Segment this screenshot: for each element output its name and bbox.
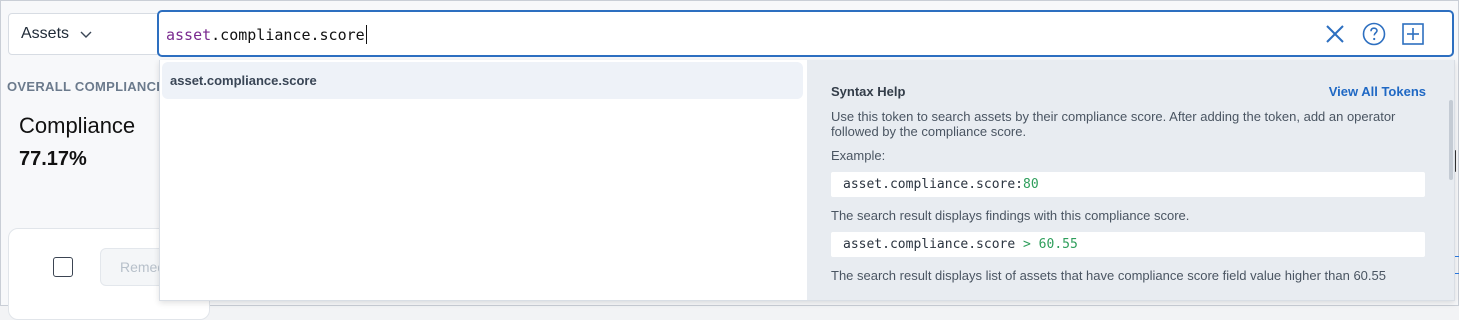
example-1-value: 80 xyxy=(1023,177,1039,192)
metric-value: 77.17% xyxy=(19,148,87,170)
text-caret xyxy=(365,25,367,44)
suggestion-item[interactable]: asset.compliance.score xyxy=(162,62,803,99)
clear-button[interactable] xyxy=(1323,22,1347,46)
suggestion-list: asset.compliance.score xyxy=(160,60,805,300)
clear-icon xyxy=(1326,25,1344,43)
view-all-tokens-link[interactable]: View All Tokens xyxy=(1329,84,1426,99)
example-2-description: The search result displays list of asset… xyxy=(831,268,1386,283)
syntax-help-panel: Syntax Help View All Tokens Use this tok… xyxy=(807,60,1454,300)
search-input[interactable]: asset.compliance.score xyxy=(157,10,1454,57)
example-code-1: asset.compliance.score: 80 xyxy=(831,172,1425,197)
add-token-button[interactable] xyxy=(1401,22,1425,46)
syntax-help-description: Use this token to search assets by their… xyxy=(831,109,1396,139)
metric-label: Compliance xyxy=(19,113,136,138)
syntax-help-title: Syntax Help xyxy=(831,84,906,99)
scrollbar-thumb[interactable] xyxy=(1449,100,1453,180)
example-label: Example: xyxy=(831,148,886,163)
autocomplete-dropdown: asset.compliance.score Syntax Help View … xyxy=(159,60,1455,301)
search-query: asset.compliance.score xyxy=(166,25,367,44)
example-1-description: The search result displays findings with… xyxy=(831,208,1190,223)
scope-selector-label: Assets xyxy=(21,25,70,42)
help-icon xyxy=(1362,22,1386,46)
example-2-token: asset.compliance.score xyxy=(843,237,1024,252)
add-icon xyxy=(1402,23,1424,45)
section-label: OVERALL COMPLIANCE xyxy=(7,79,166,94)
chevron-down-icon xyxy=(80,31,92,38)
help-scrollbar[interactable] xyxy=(1448,60,1454,300)
query-rest: .compliance.score xyxy=(211,26,365,44)
help-button[interactable] xyxy=(1362,22,1386,46)
query-token: asset xyxy=(166,26,212,44)
example-code-2: asset.compliance.score > 60.55 xyxy=(831,232,1425,257)
example-1-token: asset.compliance.score: xyxy=(843,177,1024,192)
example-2-value: > 60.55 xyxy=(1023,237,1078,252)
scope-selector[interactable]: Assets xyxy=(8,13,158,55)
select-all-checkbox[interactable] xyxy=(53,257,73,277)
